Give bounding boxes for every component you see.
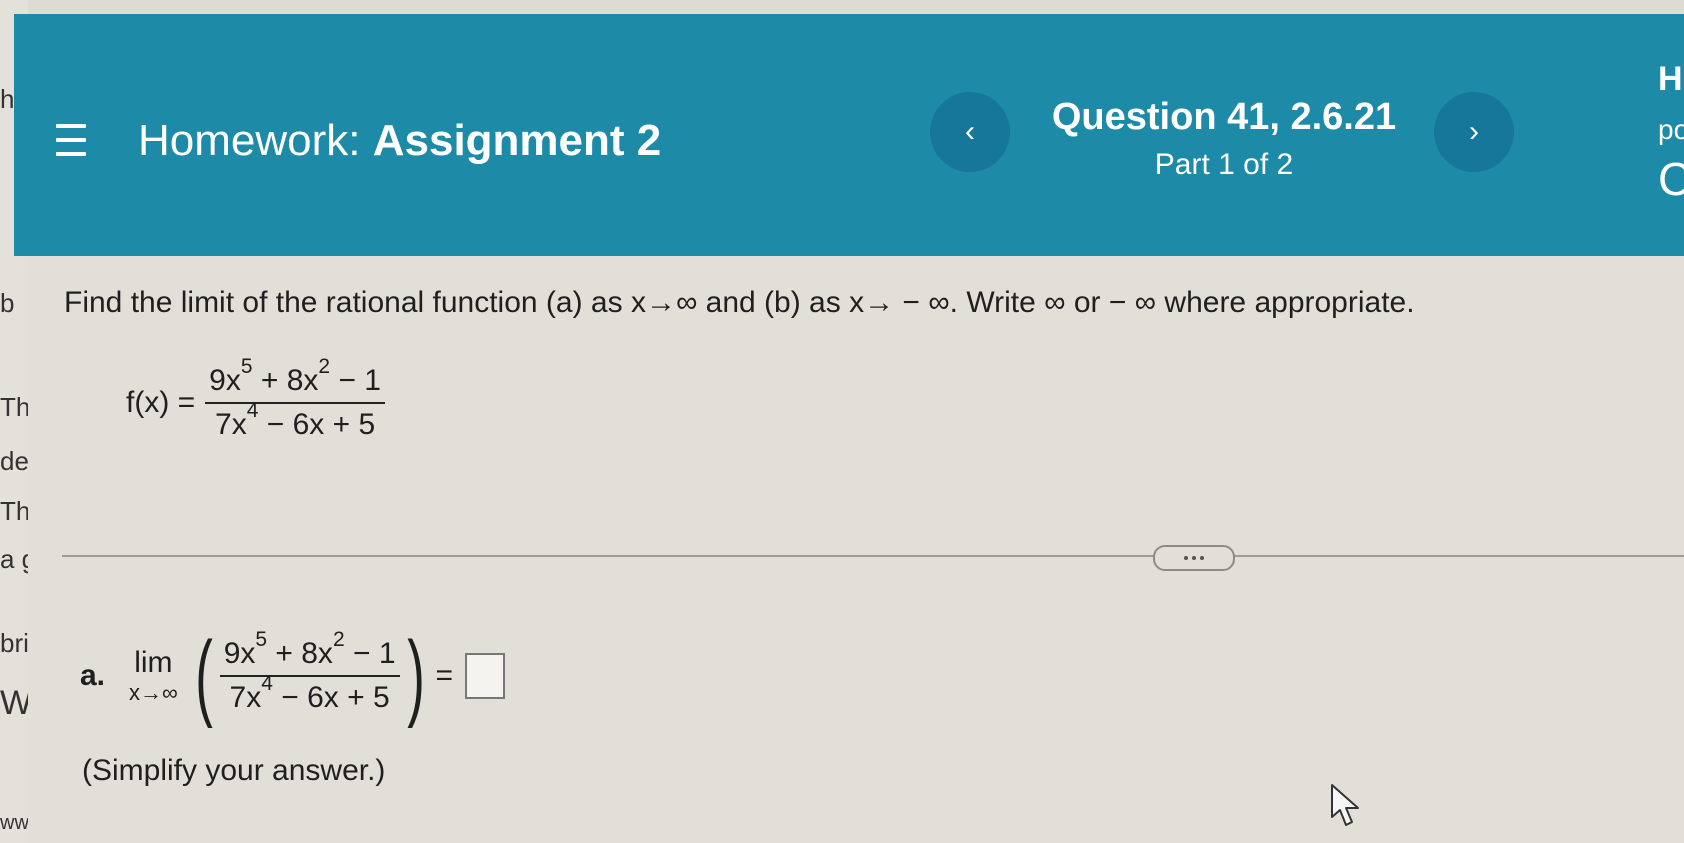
equals-sign: = [435, 659, 453, 692]
fraction-denominator: 7x4 − 6x + 5 [215, 399, 376, 441]
fraction-denominator: 7x4 − 6x + 5 [229, 672, 390, 714]
lim-word: lim [134, 646, 173, 679]
function-fraction: 9x5 + 8x2 − 1 7x4 − 6x + 5 [205, 355, 385, 442]
question-part: Part 1 of 2 [1154, 148, 1294, 181]
menu-icon[interactable] [56, 120, 90, 160]
lim-subscript: x→∞ [129, 680, 178, 705]
function-lhs: f(x) = [126, 386, 196, 419]
bg-text-fragment: de [0, 446, 29, 476]
left-paren: ( [194, 622, 213, 729]
header-fragment: C [1658, 153, 1684, 205]
function-definition: f(x) = 9x5 + 8x2 − 1 7x4 − 6x + 5 [126, 355, 385, 442]
bg-text-fragment: b [0, 288, 15, 318]
chevron-left-icon: ‹ [965, 115, 975, 148]
more-options-icon[interactable] [1153, 545, 1235, 571]
fraction-numerator: 9x5 + 8x2 − 1 [209, 355, 381, 397]
part-label: a. [80, 659, 106, 692]
question-title: Question 41, 2.6.21 [1051, 96, 1397, 138]
assignment-name: Assignment 2 [372, 116, 662, 165]
fraction-numerator: 9x5 + 8x2 − 1 [223, 628, 396, 670]
part-a-expression: a. lim x→∞ ( 9x5 + 8x2 − 1 7x4 − 6x + 5 … [80, 628, 505, 724]
bg-text-fragment: h [0, 84, 15, 114]
question-prompt: Find the limit of the rational function … [64, 286, 1415, 319]
bg-text-fragment: ww [0, 812, 29, 834]
header-fragment: po [1658, 114, 1684, 145]
assignment-header: Homework: Assignment 2 ‹ Question 41, 2.… [14, 14, 1684, 256]
limit-fraction: 9x5 + 8x2 − 1 7x4 − 6x + 5 [219, 628, 400, 715]
section-divider [62, 555, 1684, 557]
right-paren: ) [406, 622, 425, 729]
chevron-right-icon: › [1469, 115, 1479, 148]
answer-hint: (Simplify your answer.) [82, 754, 386, 787]
page-title: Homework: Assignment 2 [138, 116, 661, 166]
fraction-bar [219, 675, 400, 677]
bg-text-fragment: Th [0, 496, 31, 526]
question-content: Find the limit of the rational function … [28, 256, 1684, 843]
answer-input[interactable] [465, 653, 505, 699]
fraction-bar [205, 402, 385, 404]
previous-question-button[interactable]: ‹ [930, 92, 1010, 172]
title-prefix: Homework: [138, 116, 361, 165]
limit-operator: lim x→∞ [129, 646, 178, 706]
mouse-cursor-icon [1331, 784, 1359, 826]
bg-text-fragment: bri [0, 628, 29, 658]
header-fragment: H [1658, 60, 1683, 98]
next-question-button[interactable]: › [1434, 92, 1514, 172]
bg-text-fragment: Th [0, 392, 31, 422]
